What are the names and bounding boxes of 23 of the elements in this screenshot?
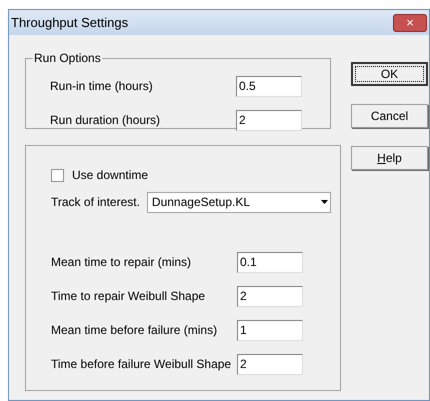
window-title: Throughput Settings — [11, 14, 128, 32]
checkbox-label: Use downtime — [72, 167, 148, 184]
input-field[interactable]: 2 — [236, 110, 302, 130]
checkbox[interactable] — [51, 168, 64, 182]
field-label: Time before failure Weibull Shape — [51, 356, 232, 373]
field-label: Mean time to repair (mins) — [51, 254, 192, 271]
input-field[interactable]: 2 — [237, 354, 303, 374]
cancel-button[interactable]: Cancel — [351, 104, 428, 128]
dropdown-arrow-icon — [320, 200, 328, 204]
field-label: Track of interest. — [51, 194, 140, 211]
ok-button[interactable]: OK — [351, 62, 428, 86]
track-dropdown[interactable]: DunnageSetup.KL — [146, 192, 331, 212]
input-field[interactable]: 2 — [237, 286, 303, 306]
input-field[interactable]: 0.1 — [237, 252, 303, 272]
input-field[interactable]: 0.5 — [236, 76, 302, 96]
help-button[interactable]: Help — [351, 146, 428, 170]
group-title: Run Options — [33, 50, 102, 67]
close-button[interactable]: × — [393, 14, 427, 32]
field-label: Time to repair Weibull Shape — [51, 288, 206, 305]
field-label: Run duration (hours) — [50, 112, 162, 129]
field-label: Run-in time (hours) — [50, 78, 154, 95]
input-field[interactable]: 1 — [237, 320, 303, 340]
field-label: Mean time before failure (mins) — [51, 322, 218, 339]
